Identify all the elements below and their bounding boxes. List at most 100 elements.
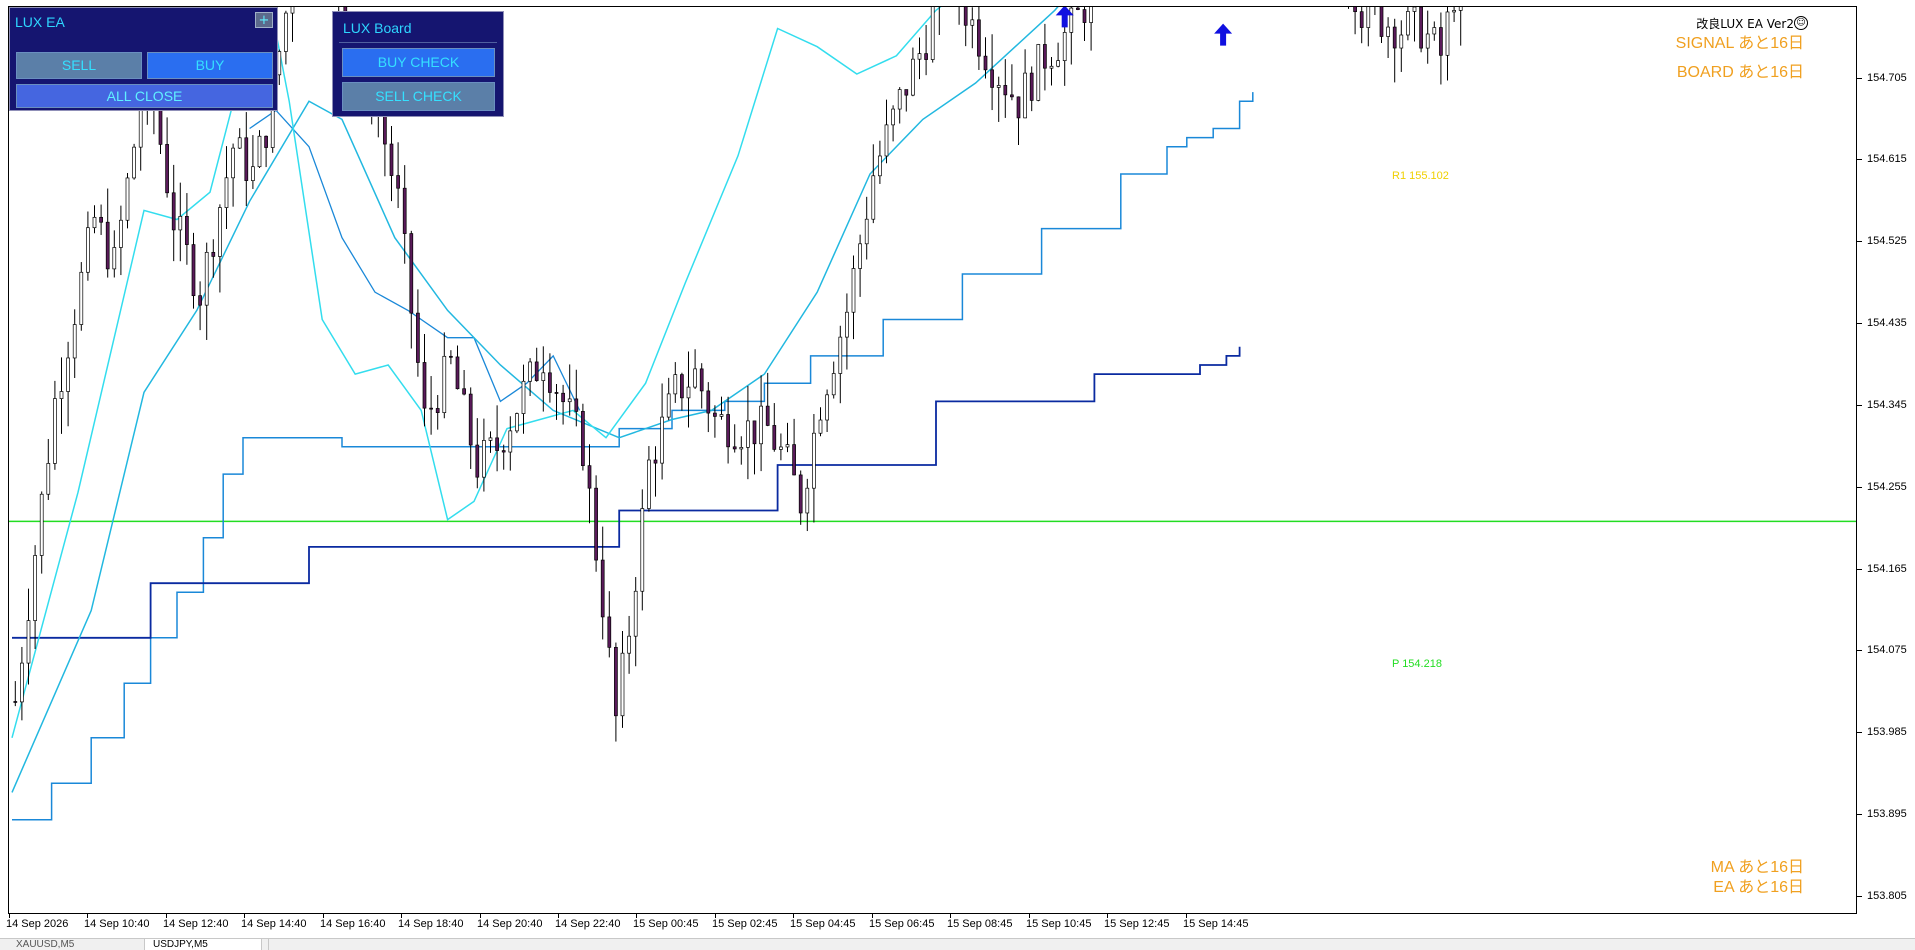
candle-body [237,137,242,149]
candle-body [845,311,849,338]
candle-body [1359,11,1364,28]
time-tick-label: 15 Sep 12:45 [1104,918,1170,930]
candle-body [1439,27,1443,56]
candle-body [1366,7,1371,28]
lux-ea-panel: LUX EA + SELL BUY ALL CLOSE [9,7,278,111]
candle-body [574,398,579,412]
candle-body [640,508,645,592]
time-axis: 14 Sep 2026 14 Sep 10:40 14 Sep 12:40 14 Se… [6,914,1857,938]
all-close-button[interactable]: ALL CLOSE [16,84,273,108]
candle-body [1016,96,1021,119]
board-label: BOARD あと16日 [1676,64,1804,81]
candle-body [264,135,268,148]
candle-body [92,216,97,229]
candle-body [435,408,440,413]
ma-slow-line [11,7,1059,793]
candle-body [686,386,691,399]
price-tick-label: 153.805 [1867,890,1907,902]
candle-body [46,463,51,495]
tab-usdjpy[interactable]: USDJPY,M5 [145,939,262,950]
candle-body [86,227,90,273]
candle-body [594,487,598,561]
candle-body [488,437,493,441]
candle-body [462,388,466,395]
price-tick-mark [1857,323,1862,325]
candle-body [409,233,414,314]
candle-body [185,216,189,245]
time-tick-label: 15 Sep 14:45 [1183,918,1249,930]
candle-body [402,187,407,234]
candle-body [673,374,678,395]
candle-body [792,444,796,476]
time-tick-label: 14 Sep 22:40 [555,918,621,930]
buy-arrow-icon [1214,23,1233,46]
chart-area[interactable]: LUX EA + SELL BUY ALL CLOSE LUX Board BU… [8,6,1857,914]
time-tick-label: 15 Sep 02:45 [712,918,778,930]
candle-body [1023,72,1027,119]
price-tick-label: 154.615 [1867,153,1907,166]
tab-xauusd[interactable]: XAUUSD,M5 [8,939,145,950]
candle-body [871,175,876,220]
price-tick-mark [1857,814,1862,816]
candle-body [752,420,757,445]
plus-button[interactable]: + [255,12,273,28]
buy-check-button[interactable]: BUY CHECK [342,48,495,77]
candle-body [59,391,64,399]
sell-button[interactable]: SELL [16,52,142,79]
candle-body [1043,44,1047,69]
candle-body [1076,7,1080,10]
candle-body [224,177,229,208]
candle-body [66,357,70,392]
candle-body [911,58,915,96]
candle-body [429,407,433,410]
tab-bar-scroll[interactable] [268,939,1909,950]
candle-body [1406,11,1410,36]
price-tick-label: 153.985 [1867,726,1907,739]
price-tick-label: 154.075 [1867,644,1907,657]
candle-body [99,216,103,223]
candle-body [831,373,836,396]
candle-body [1003,85,1008,96]
candle-body [39,493,44,556]
candle-body [897,89,902,110]
candle-body [495,437,499,451]
time-tick-label: 15 Sep 00:45 [633,918,699,930]
price-axis[interactable]: 155.335155.245155.155155.065154.975154.8… [1857,0,1915,914]
candle-body [1392,26,1397,49]
candle-body [878,155,882,177]
candle-body [779,446,783,450]
candle-body [455,356,460,390]
candle-body [198,295,202,306]
candle-body [165,144,169,194]
price-tick-label: 154.705 [1867,71,1907,84]
candle-body [699,368,704,392]
candle-body [891,108,895,126]
smiley-icon[interactable]: ☺ [1794,16,1808,30]
candle-body [607,616,612,648]
time-tick-label: 15 Sep 08:45 [947,918,1013,930]
candle-body [884,124,889,157]
candle-body [501,450,506,453]
candle-body [732,446,737,450]
candle-body [917,53,922,60]
candle-body [904,89,909,96]
candle-body [1458,7,1463,11]
sell-check-button[interactable]: SELL CHECK [342,82,495,111]
candle-body [581,411,585,466]
candle-body [475,444,480,478]
candle-body [138,108,143,148]
price-tick-label: 154.435 [1867,317,1907,330]
candle-body [1010,94,1014,98]
candle-body [13,701,18,703]
price-tick-mark [1857,568,1862,570]
lux-ea-title: LUX EA [15,14,65,30]
candle-body [627,635,631,654]
candle-body [739,447,744,450]
buy-button[interactable]: BUY [147,52,273,79]
candle-body [251,166,255,181]
candle-body [746,420,750,448]
candle-body [1412,7,1417,12]
time-tick-label: 15 Sep 10:45 [1026,918,1092,930]
time-tick-label: 14 Sep 12:40 [163,918,229,930]
candle-body [990,69,994,88]
